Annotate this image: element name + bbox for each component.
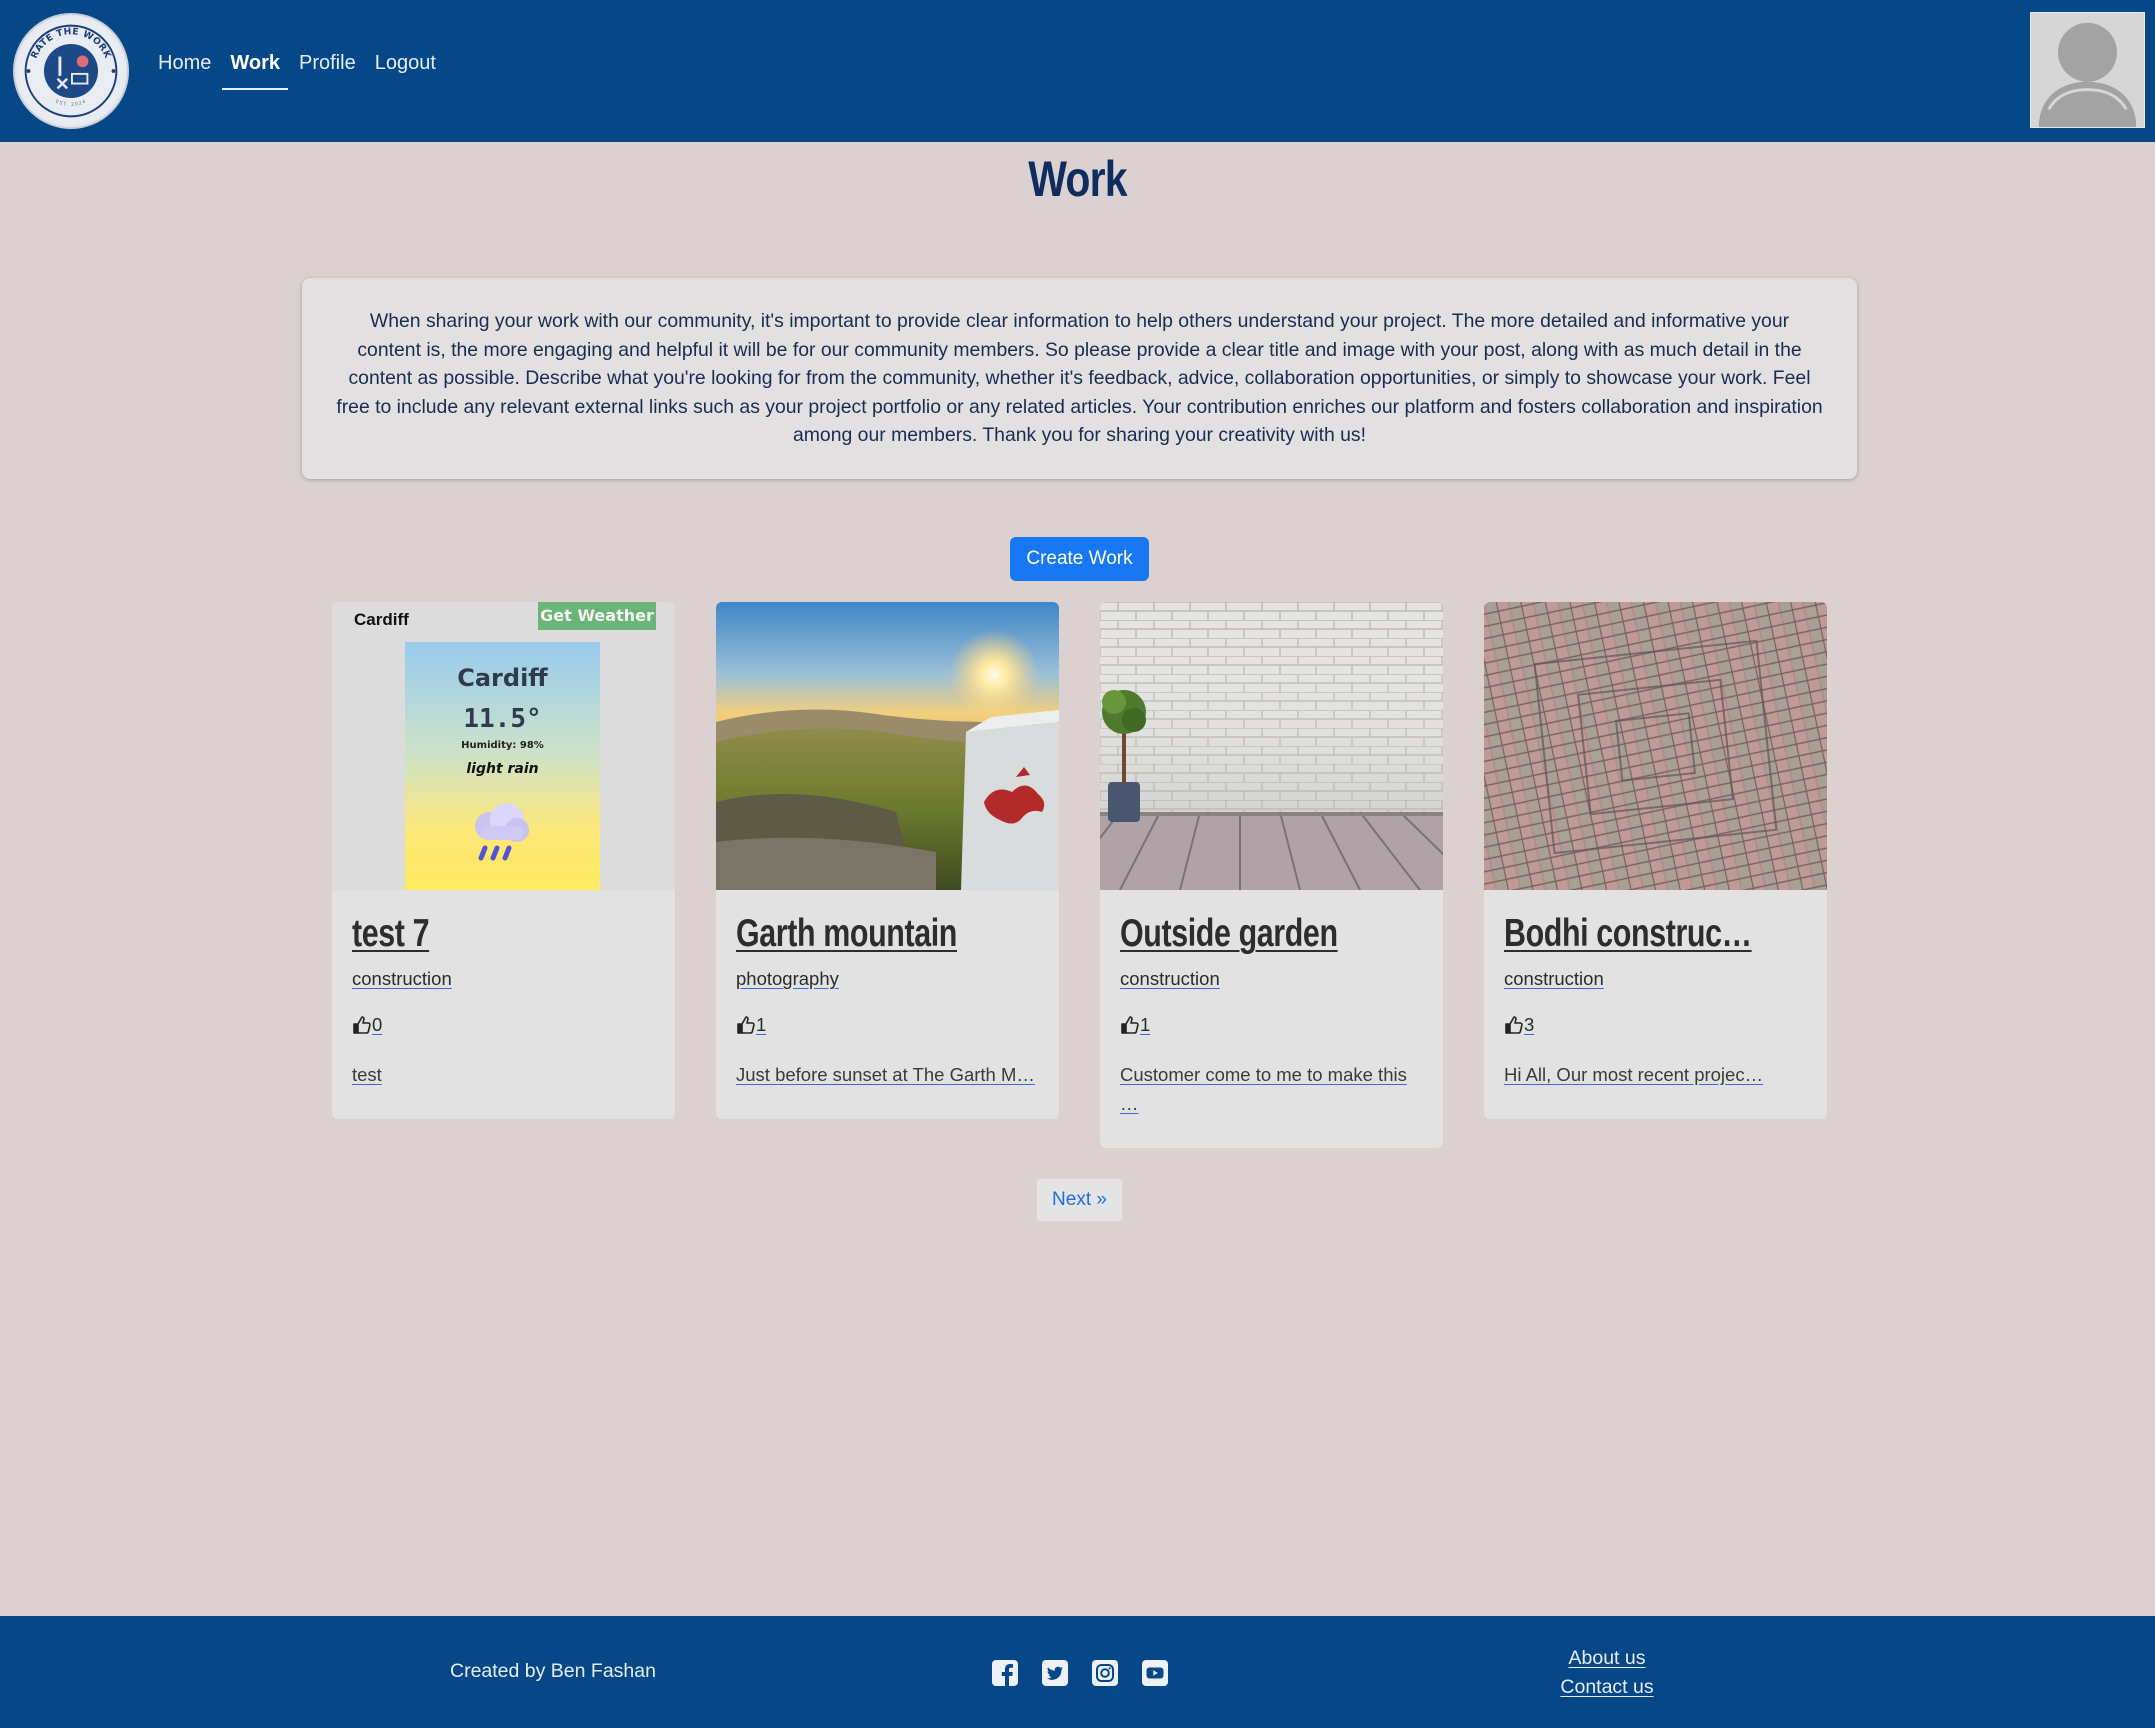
default-avatar-icon <box>2031 13 2144 127</box>
card-image-link[interactable] <box>716 602 1059 890</box>
intro-panel: When sharing your work with our communit… <box>302 278 1857 479</box>
thumbs-up-icon[interactable] <box>352 1015 372 1035</box>
youtube-icon[interactable] <box>1142 1660 1168 1686</box>
main-nav: Home Work Profile Logout <box>150 38 447 90</box>
nav-profile-link[interactable]: Profile <box>291 38 364 88</box>
card-likes: 1 <box>1120 1014 1423 1036</box>
thumbs-up-icon[interactable] <box>736 1015 756 1035</box>
create-work-button[interactable]: Create Work <box>1010 537 1149 581</box>
card-excerpt-link[interactable]: test <box>352 1060 655 1119</box>
card-body: Outside garden construction 1 Customer c… <box>1100 890 1443 1148</box>
pagination-next-button[interactable]: Next » <box>1036 1178 1123 1222</box>
weather-widget: Cardiff 11.5° Humidity: 98% light rain <box>405 642 600 890</box>
work-card: Cardiff Get Weather Cardiff 11.5° Humidi… <box>332 602 675 1119</box>
work-card: Garth mountain photography 1 Just before… <box>716 602 1059 1119</box>
nav-home-link[interactable]: Home <box>150 38 219 88</box>
footer-credit: Created by Ben Fashan <box>450 1660 656 1682</box>
card-excerpt-link[interactable]: Just before sunset at The Garth M… <box>736 1060 1039 1119</box>
weather-temperature: 11.5° <box>463 704 542 734</box>
card-body: test 7 construction 0 test <box>332 890 675 1119</box>
instagram-icon[interactable] <box>1092 1660 1118 1686</box>
like-count[interactable]: 0 <box>372 1014 382 1036</box>
site-logo[interactable]: RATE THE WORK EST. 2024 <box>13 13 129 129</box>
card-excerpt-link[interactable]: Hi All, Our most recent projec… <box>1504 1060 1807 1119</box>
site-footer: Created by Ben Fashan About us Contact u… <box>0 1616 2155 1728</box>
nav-logout-link[interactable]: Logout <box>367 38 444 88</box>
like-count[interactable]: 1 <box>756 1014 766 1036</box>
card-likes: 3 <box>1504 1014 1807 1036</box>
card-category-link[interactable]: construction <box>1504 968 1604 990</box>
sunset-mountain-photo <box>716 602 1059 890</box>
card-image-link[interactable] <box>1100 602 1443 890</box>
page-title: Work <box>1028 151 1127 207</box>
about-us-link[interactable]: About us <box>1540 1644 1674 1673</box>
logo-emblem-icon: RATE THE WORK EST. 2024 <box>17 17 125 125</box>
nav-work-link[interactable]: Work <box>222 38 288 90</box>
work-card: Outside garden construction 1 Customer c… <box>1100 602 1443 1148</box>
contact-us-link[interactable]: Contact us <box>1540 1673 1674 1702</box>
work-card: Bodhi construc… construction 3 Hi All, O… <box>1484 602 1827 1119</box>
rain-cloud-icon <box>469 802 535 862</box>
brick-paving-photo <box>1484 602 1827 890</box>
weather-city: Cardiff <box>457 664 548 692</box>
user-avatar[interactable] <box>2030 12 2145 128</box>
twitter-icon[interactable] <box>1042 1660 1068 1686</box>
thumbs-up-icon[interactable] <box>1120 1015 1140 1035</box>
like-count[interactable]: 1 <box>1140 1014 1150 1036</box>
card-title-link[interactable]: Bodhi construc… <box>1504 910 1752 958</box>
like-count[interactable]: 3 <box>1524 1014 1534 1036</box>
card-title-link[interactable]: test 7 <box>352 910 588 958</box>
weather-humidity: Humidity: 98% <box>461 740 544 751</box>
card-body: Bodhi construc… construction 3 Hi All, O… <box>1484 890 1827 1119</box>
thumbs-up-icon[interactable] <box>1504 1015 1524 1035</box>
card-likes: 0 <box>352 1014 655 1036</box>
card-category-link[interactable]: photography <box>736 968 839 990</box>
card-image-link[interactable] <box>1484 602 1827 890</box>
footer-links: About us Contact us <box>1540 1644 1674 1702</box>
card-category-link[interactable]: construction <box>1120 968 1220 990</box>
get-weather-button[interactable]: Get Weather <box>538 602 656 630</box>
card-title-link[interactable]: Outside garden <box>1120 910 1356 958</box>
weather-description: light rain <box>466 761 539 777</box>
weather-widget-panel: Cardiff Get Weather Cardiff 11.5° Humidi… <box>332 602 675 890</box>
social-links <box>992 1660 1192 1686</box>
intro-text: When sharing your work with our communit… <box>336 310 1823 447</box>
card-category-link[interactable]: construction <box>352 968 452 990</box>
card-body: Garth mountain photography 1 Just before… <box>716 890 1059 1119</box>
card-likes: 1 <box>736 1014 1039 1036</box>
weather-city-label: Cardiff <box>354 610 409 629</box>
top-navbar: RATE THE WORK EST. 2024 Home Work Profil… <box>0 0 2155 142</box>
card-title-link[interactable]: Garth mountain <box>736 910 972 958</box>
brick-wall-deck-photo <box>1100 602 1443 890</box>
facebook-icon[interactable] <box>992 1660 1018 1686</box>
card-excerpt-link[interactable]: Customer come to me to make this … <box>1120 1060 1423 1148</box>
